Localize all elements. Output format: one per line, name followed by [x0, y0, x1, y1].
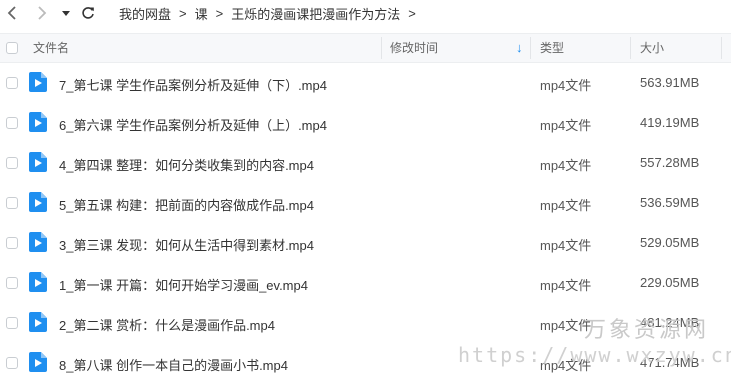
- row-checkbox[interactable]: [6, 237, 18, 249]
- file-size: 229.05MB: [640, 275, 700, 290]
- video-file-icon: [29, 352, 47, 372]
- file-type: mp4文件: [540, 118, 592, 133]
- column-header-type[interactable]: 类型: [540, 34, 564, 62]
- row-checkbox[interactable]: [6, 277, 18, 289]
- file-row[interactable]: 3_第三课 发现：如何从生活中得到素材.mp4 mp4文件 529.05MB: [0, 223, 731, 263]
- watermark-title: 万象资源网: [584, 318, 710, 343]
- breadcrumb: 我的网盘 > 课 > 王烁的漫画课把漫画作为方法 >: [119, 4, 424, 23]
- video-file-icon: [29, 72, 47, 92]
- file-name[interactable]: 6_第六课 学生作品案例分析及延伸（上）.mp4: [59, 115, 327, 134]
- file-name[interactable]: 3_第三课 发现：如何从生活中得到素材.mp4: [59, 235, 314, 254]
- refresh-icon: [82, 7, 94, 19]
- video-file-icon: [29, 192, 47, 212]
- video-file-icon: [29, 232, 47, 252]
- file-name[interactable]: 7_第七课 学生作品案例分析及延伸（下）.mp4: [59, 75, 327, 94]
- video-file-icon: [29, 272, 47, 292]
- column-divider[interactable]: [381, 37, 382, 59]
- file-list-header: 文件名 修改时间 ↓ 类型 大小: [0, 33, 731, 63]
- file-type: mp4文件: [540, 198, 592, 213]
- breadcrumb-separator: >: [179, 6, 187, 21]
- breadcrumb-separator: >: [408, 6, 416, 21]
- file-row[interactable]: 7_第七课 学生作品案例分析及延伸（下）.mp4 mp4文件 563.91MB: [0, 63, 731, 103]
- column-divider[interactable]: [630, 37, 631, 59]
- file-name[interactable]: 8_第八课 创作一本自己的漫画小书.mp4: [59, 355, 288, 374]
- video-file-icon: [29, 152, 47, 172]
- watermark-url: https://www.wxzyw.cn: [458, 343, 731, 367]
- file-row[interactable]: 1_第一课 开篇：如何开始学习漫画_ev.mp4 mp4文件 229.05MB: [0, 263, 731, 303]
- chevron-right-icon: [38, 6, 47, 20]
- file-size: 563.91MB: [640, 75, 700, 90]
- back-button[interactable]: [2, 3, 22, 23]
- row-checkbox[interactable]: [6, 117, 18, 129]
- column-divider[interactable]: [530, 37, 531, 59]
- file-row[interactable]: 6_第六课 学生作品案例分析及延伸（上）.mp4 mp4文件 419.19MB: [0, 103, 731, 143]
- row-checkbox[interactable]: [6, 317, 18, 329]
- caret-down-icon: [62, 11, 70, 16]
- video-file-icon: [29, 312, 47, 332]
- chevron-left-icon: [7, 6, 16, 20]
- file-name[interactable]: 4_第四课 整理：如何分类收集到的内容.mp4: [59, 155, 314, 174]
- breadcrumb-separator: >: [215, 6, 224, 21]
- file-row[interactable]: 4_第四课 整理：如何分类收集到的内容.mp4 mp4文件 557.28MB: [0, 143, 731, 183]
- file-size: 557.28MB: [640, 155, 700, 170]
- file-size: 419.19MB: [640, 115, 700, 130]
- file-type: mp4文件: [540, 158, 592, 173]
- column-header-modified[interactable]: 修改时间: [390, 34, 438, 62]
- file-type: mp4文件: [540, 238, 592, 253]
- file-type: mp4文件: [540, 278, 592, 293]
- video-file-icon: [29, 112, 47, 132]
- refresh-button[interactable]: [78, 3, 98, 23]
- breadcrumb-item-my-drive[interactable]: 我的网盘: [119, 4, 171, 23]
- file-name[interactable]: 2_第二课 赏析：什么是漫画作品.mp4: [59, 315, 275, 334]
- file-row[interactable]: 5_第五课 构建：把前面的内容做成作品.mp4 mp4文件 536.59MB: [0, 183, 731, 223]
- column-header-name[interactable]: 文件名: [33, 34, 69, 62]
- breadcrumb-item-current-folder[interactable]: 王烁的漫画课把漫画作为方法: [231, 4, 400, 23]
- forward-button[interactable]: [32, 3, 52, 23]
- column-divider[interactable]: [721, 37, 722, 59]
- file-size: 529.05MB: [640, 235, 700, 250]
- sort-arrow-icon[interactable]: ↓: [516, 34, 523, 62]
- row-checkbox[interactable]: [6, 197, 18, 209]
- column-header-size[interactable]: 大小: [640, 34, 664, 62]
- file-size: 536.59MB: [640, 195, 700, 210]
- row-checkbox[interactable]: [6, 77, 18, 89]
- file-name[interactable]: 5_第五课 构建：把前面的内容做成作品.mp4: [59, 195, 314, 214]
- row-checkbox[interactable]: [6, 157, 18, 169]
- row-checkbox[interactable]: [6, 357, 18, 369]
- breadcrumb-item-course[interactable]: 课: [195, 4, 208, 23]
- select-all-checkbox[interactable]: [6, 42, 18, 54]
- navigation-bar: 我的网盘 > 课 > 王烁的漫画课把漫画作为方法 >: [0, 0, 731, 26]
- file-type: mp4文件: [540, 78, 592, 93]
- file-name[interactable]: 1_第一课 开篇：如何开始学习漫画_ev.mp4: [59, 275, 308, 294]
- history-dropdown-button[interactable]: [56, 3, 76, 23]
